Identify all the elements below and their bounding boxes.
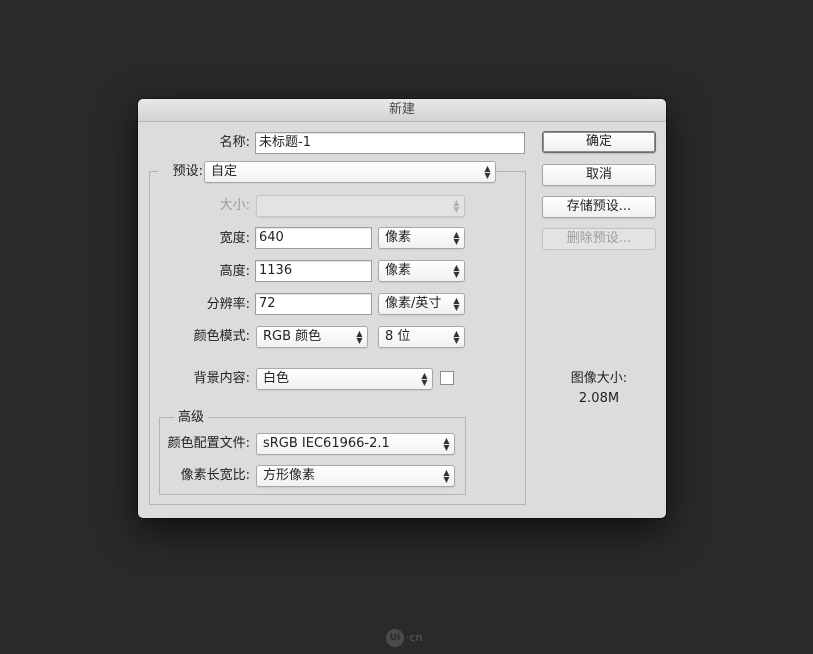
preset-label: 预设:: [158, 161, 206, 183]
new-document-dialog: 新建 名称: 未标题-1 预设: 自定 ▲ ▼ 大小: ▲ ▼ 宽度: 640 像素…: [138, 99, 666, 518]
watermark-logo: Ui: [386, 629, 404, 647]
image-size-value: 2.08M: [578, 391, 620, 406]
select-arrows-icon: ▲ ▼: [453, 296, 460, 312]
select-arrows-icon: ▲ ▼: [443, 468, 450, 484]
height-unit-select[interactable]: 像素 ▲ ▼: [378, 260, 465, 282]
width-unit-value: 像素: [385, 230, 412, 245]
select-arrows-icon: ▲ ▼: [453, 230, 460, 246]
color-profile-value: sRGB IEC61966-2.1: [263, 436, 390, 451]
advanced-legend: 高级: [174, 410, 209, 426]
preset-select[interactable]: 自定 ▲ ▼: [204, 161, 496, 183]
color-profile-select[interactable]: sRGB IEC61966-2.1 ▲ ▼: [256, 433, 455, 455]
select-arrows-icon: ▲ ▼: [453, 329, 460, 345]
select-arrows-icon: ▲ ▼: [356, 329, 363, 345]
name-input[interactable]: 未标题-1: [255, 132, 525, 154]
background-label: 背景内容:: [193, 371, 250, 386]
bit-depth-select[interactable]: 8 位 ▲ ▼: [378, 326, 465, 348]
resolution-unit-select[interactable]: 像素/英寸 ▲ ▼: [378, 293, 465, 315]
select-arrows-icon: ▲ ▼: [421, 371, 428, 387]
size-label: 大小:: [219, 198, 250, 213]
delete-preset-button[interactable]: 删除预设...: [542, 228, 656, 250]
background-value: 白色: [263, 371, 290, 386]
color-mode-label: 颜色模式:: [193, 329, 250, 344]
preset-select-value: 自定: [211, 164, 238, 179]
resolution-input[interactable]: 72: [255, 293, 372, 315]
width-label: 宽度:: [219, 231, 250, 246]
width-unit-select[interactable]: 像素 ▲ ▼: [378, 227, 465, 249]
resolution-unit-value: 像素/英寸: [385, 296, 442, 311]
dialog-title: 新建: [138, 99, 666, 122]
color-mode-select[interactable]: RGB 颜色 ▲ ▼: [256, 326, 368, 348]
resolution-label: 分辨率:: [206, 297, 250, 312]
ok-button[interactable]: 确定: [542, 131, 656, 153]
height-label: 高度:: [219, 264, 250, 279]
pixel-aspect-select[interactable]: 方形像素 ▲ ▼: [256, 465, 455, 487]
bit-depth-value: 8 位: [385, 329, 411, 344]
height-input[interactable]: 1136: [255, 260, 372, 282]
watermark-text: ·cn: [406, 631, 423, 644]
background-color-swatch[interactable]: [440, 371, 454, 385]
select-arrows-icon: ▲ ▼: [484, 164, 491, 180]
width-input[interactable]: 640: [255, 227, 372, 249]
select-arrows-icon: ▲ ▼: [453, 263, 460, 279]
name-label: 名称:: [219, 135, 250, 150]
select-arrows-icon: ▲ ▼: [453, 198, 460, 214]
size-select[interactable]: ▲ ▼: [256, 195, 465, 217]
color-mode-value: RGB 颜色: [263, 329, 322, 344]
pixel-aspect-label: 像素长宽比:: [180, 468, 250, 483]
image-size-label: 图像大小:: [570, 371, 628, 386]
save-preset-button[interactable]: 存储预设...: [542, 196, 656, 218]
pixel-aspect-value: 方形像素: [263, 468, 316, 483]
cancel-button[interactable]: 取消: [542, 164, 656, 186]
color-profile-label: 颜色配置文件:: [167, 436, 250, 451]
watermark: Ui ·cn: [386, 628, 423, 648]
height-unit-value: 像素: [385, 263, 412, 278]
background-select[interactable]: 白色 ▲ ▼: [256, 368, 433, 390]
select-arrows-icon: ▲ ▼: [443, 436, 450, 452]
